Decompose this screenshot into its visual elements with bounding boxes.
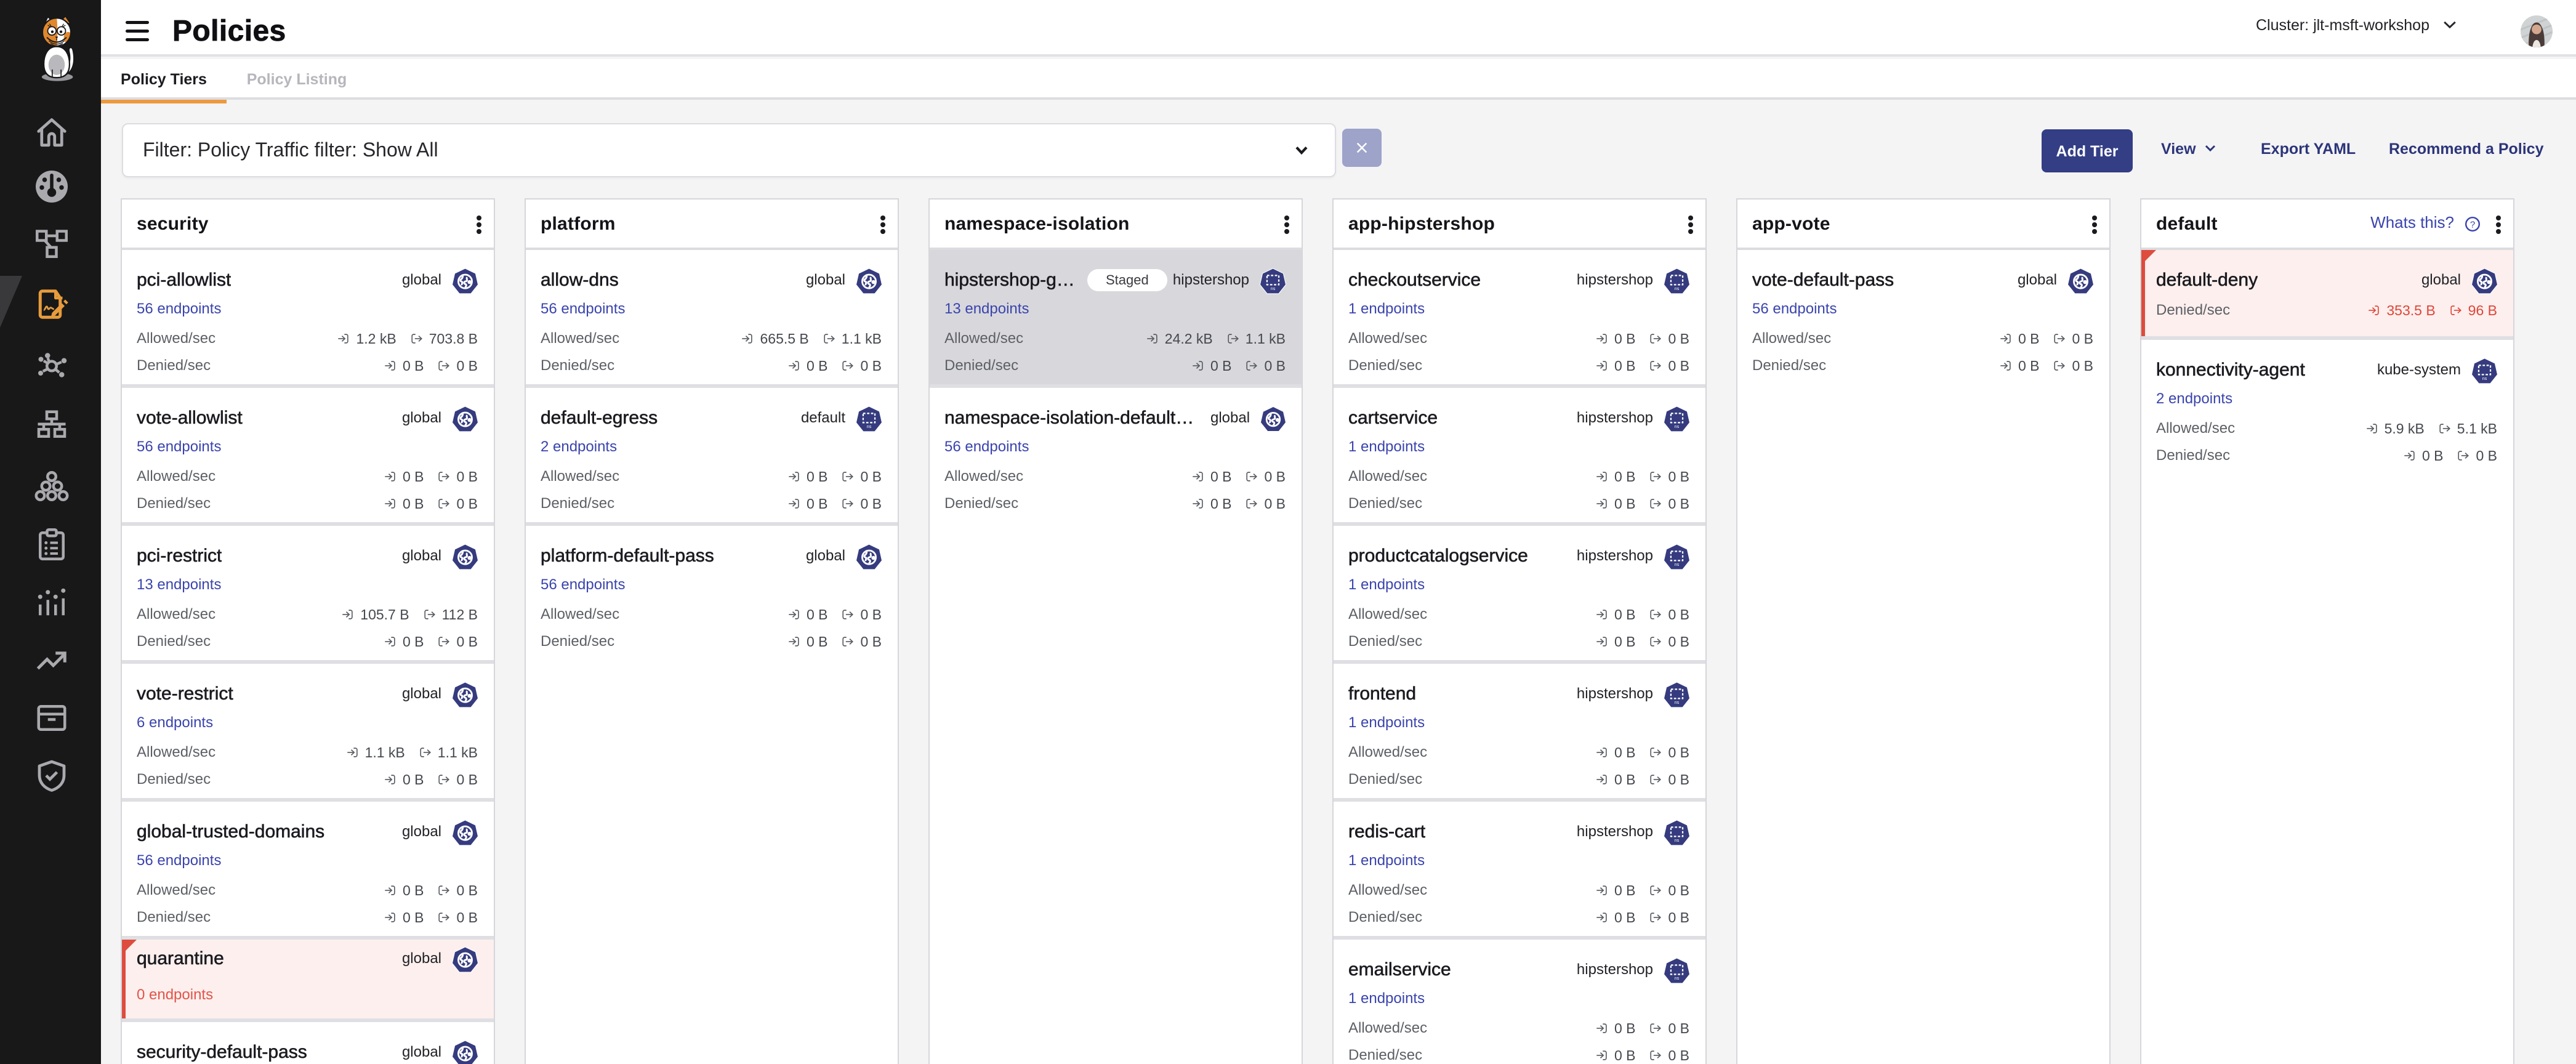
svg-text:?: ? bbox=[2470, 219, 2475, 230]
